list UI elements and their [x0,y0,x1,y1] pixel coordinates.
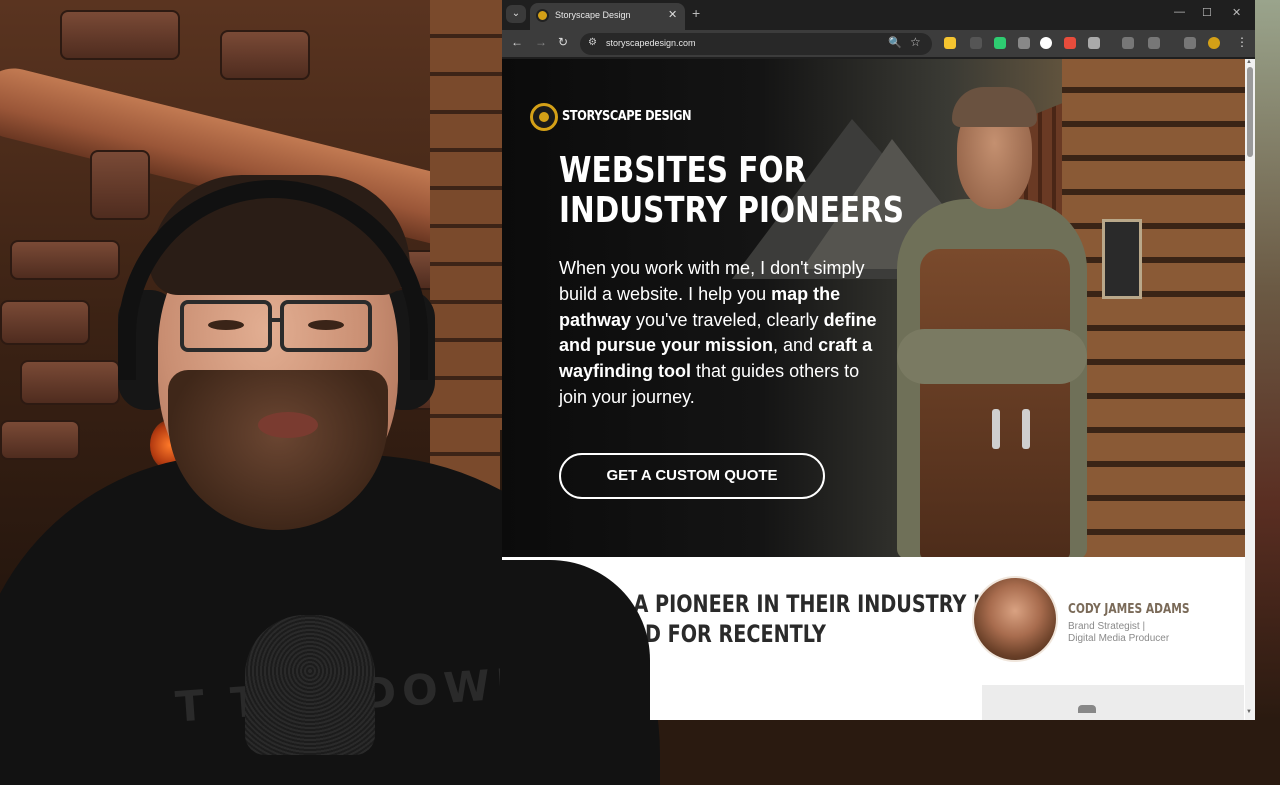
profile-avatar-icon[interactable] [1208,37,1220,49]
tab-close-icon[interactable]: ✕ [668,8,677,21]
hero-headline: WEBSITES FOR INDUSTRY PIONEERS [559,150,905,231]
scroll-thumb[interactable] [1247,67,1253,157]
tab-bar: ⌄ Storyscape Design ✕ + — ☐ ✕ [502,0,1255,30]
site-favicon-icon [536,9,549,22]
hero-section: STORYSCAPE DESIGN WEBSITES FOR INDUSTRY … [502,59,1245,557]
reload-icon[interactable]: ↻ [558,35,568,49]
extension-icon[interactable] [970,37,982,49]
bookmark-star-icon[interactable]: ☆ [910,35,921,49]
back-icon[interactable]: ← [511,35,523,49]
extension-icon[interactable] [1064,37,1076,49]
browser-menu-icon[interactable]: ⋮ [1236,35,1248,49]
microphone [245,615,375,755]
brand-name: STORYSCAPE DESIGN [562,109,692,124]
minimize-icon[interactable]: — [1174,6,1185,18]
zoom-icon[interactable]: 🔍 [888,36,902,49]
media-icon[interactable] [1184,37,1196,49]
wrench-icon [1022,409,1030,449]
preview-image-icon [1078,705,1096,713]
forward-icon[interactable]: → [535,35,547,49]
leather-apron [920,249,1070,557]
hero-description: When you work with me, I don't simply bu… [559,258,877,407]
author-avatar [972,576,1058,662]
tab-title: Storyscape Design [555,10,631,20]
tab-search-button[interactable]: ⌄ [506,5,526,23]
wrench-icon [992,409,1000,449]
author-name: CODY JAMES ADAMS [1068,602,1190,617]
side-panel-icon[interactable] [1122,37,1134,49]
extension-icon[interactable] [944,37,956,49]
reading-list-icon[interactable] [1148,37,1160,49]
extensions-puzzle-icon[interactable] [1088,37,1100,49]
browser-toolbar: ← → ↻ ⚙ storyscapedesign.com 🔍 ☆ ⋮ [502,30,1255,57]
url-text[interactable]: storyscapedesign.com [606,38,696,48]
extension-icon[interactable] [1040,37,1052,49]
project-preview-card[interactable] [982,685,1244,720]
author-role: Brand Strategist | Digital Media Produce… [1068,621,1170,644]
log-cabin [1062,59,1245,557]
close-window-icon[interactable]: ✕ [1232,6,1241,19]
glasses [180,300,272,352]
tab-storyscape[interactable]: Storyscape Design ✕ [530,3,685,30]
extension-icon[interactable] [994,37,1006,49]
scroll-up-icon[interactable]: ▲ [1246,59,1252,65]
storyscape-logo-icon [530,103,558,131]
new-tab-button[interactable]: + [692,5,700,21]
page-scrollbar[interactable]: ▲ ▼ [1245,59,1255,720]
window-edge [1255,0,1280,720]
site-info-icon[interactable]: ⚙ [588,37,597,48]
custom-quote-button[interactable]: GET A CUSTOM QUOTE [559,453,825,499]
extension-icon[interactable] [1018,37,1030,49]
scroll-down-icon[interactable]: ▼ [1246,709,1252,715]
mouth [258,412,318,438]
address-bar[interactable]: ⚙ storyscapedesign.com 🔍 ☆ [580,33,932,55]
maximize-icon[interactable]: ☐ [1202,6,1212,19]
